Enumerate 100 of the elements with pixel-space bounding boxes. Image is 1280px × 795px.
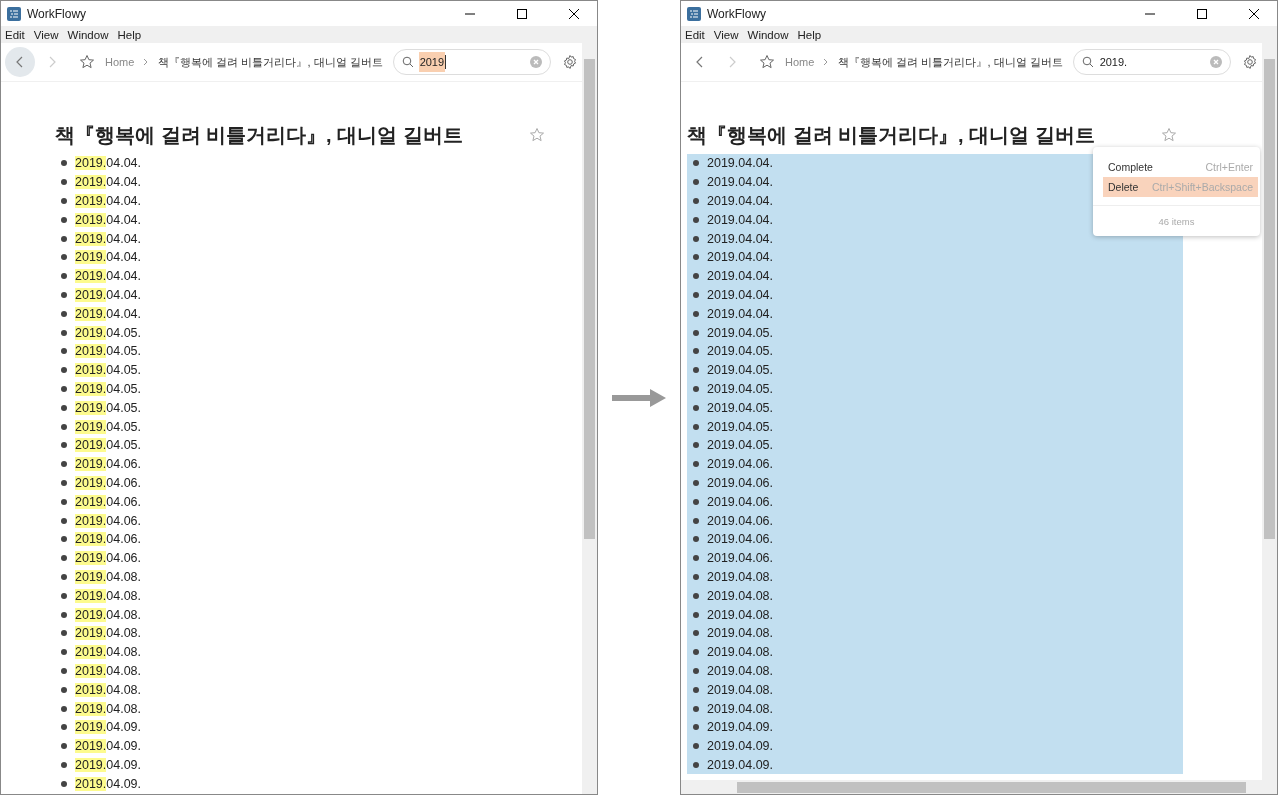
- item-text[interactable]: 2019.04.05.: [75, 363, 142, 378]
- selected-bullet-item[interactable]: 2019.04.05.: [687, 323, 1183, 342]
- item-text[interactable]: 2019.04.09.: [75, 720, 142, 735]
- breadcrumb-link[interactable]: Home: [105, 56, 135, 68]
- bullet-icon[interactable]: [693, 329, 699, 336]
- bullet-icon[interactable]: [61, 291, 67, 298]
- item-text[interactable]: 2019.04.04.: [707, 212, 774, 227]
- item-text[interactable]: 2019.04.05.: [707, 325, 774, 340]
- bullet-icon[interactable]: [61, 705, 67, 712]
- bullet-icon[interactable]: [61, 667, 67, 674]
- bullet-icon[interactable]: [61, 254, 67, 261]
- selected-bullet-item[interactable]: 2019.04.04.: [687, 229, 1183, 248]
- vertical-scrollbar[interactable]: [582, 43, 597, 794]
- bullet-icon[interactable]: [693, 686, 699, 693]
- selected-bullet-item[interactable]: 2019.04.06.: [687, 492, 1183, 512]
- maximize-icon[interactable]: [516, 7, 528, 20]
- bullet-icon[interactable]: [693, 761, 699, 768]
- item-text[interactable]: 2019.04.04.: [75, 212, 142, 227]
- bullet-icon[interactable]: [693, 348, 699, 355]
- item-text[interactable]: 2019.04.04.: [707, 231, 774, 246]
- scrollbar-thumb[interactable]: [584, 59, 595, 539]
- scrollbar-thumb[interactable]: [1264, 59, 1275, 539]
- item-text[interactable]: 2019.04.04.: [707, 175, 774, 190]
- bullet-icon[interactable]: [61, 724, 67, 731]
- bullet-icon[interactable]: [61, 442, 67, 449]
- star-icon[interactable]: [1161, 127, 1177, 143]
- menu-item[interactable]: Window: [747, 28, 789, 41]
- bullet-icon[interactable]: [693, 385, 699, 392]
- bullet-icon[interactable]: [693, 611, 699, 618]
- bullet-icon[interactable]: [693, 461, 699, 468]
- selected-bullet-item[interactable]: 2019.04.04.: [687, 304, 1183, 324]
- bullet-icon[interactable]: [61, 743, 67, 750]
- bullet-icon[interactable]: [61, 198, 67, 204]
- item-text[interactable]: 2019.04.08.: [75, 607, 142, 622]
- selected-bullet-item[interactable]: 2019.04.08.: [687, 680, 1183, 700]
- bullet-icon[interactable]: [693, 216, 699, 223]
- selected-bullet-item[interactable]: 2019.04.08.: [687, 699, 1183, 718]
- item-text[interactable]: 2019.04.08.: [75, 569, 142, 584]
- item-text[interactable]: 2019.04.04.: [75, 250, 142, 265]
- bullet-icon[interactable]: [61, 536, 67, 543]
- item-text[interactable]: 2019.04.05.: [75, 419, 142, 434]
- item-text[interactable]: 2019.04.08.: [75, 663, 142, 678]
- item-text[interactable]: 2019.04.04.: [707, 194, 774, 208]
- bullet-icon[interactable]: [693, 310, 699, 317]
- item-text[interactable]: 2019.04.08.: [707, 701, 774, 716]
- horizontal-scrollbar[interactable]: [681, 780, 1262, 794]
- bullet-icon[interactable]: [693, 630, 699, 637]
- bullet-icon[interactable]: [61, 630, 67, 637]
- item-text[interactable]: 2019.04.08.: [75, 701, 142, 716]
- item-text[interactable]: 2019.04.04.: [75, 269, 142, 284]
- selected-bullet-item[interactable]: 2019.04.08.: [687, 586, 1183, 606]
- item-text[interactable]: 2019.04.06.: [75, 513, 142, 528]
- item-text[interactable]: 2019.04.05.: [707, 363, 774, 378]
- item-text[interactable]: 2019.04.05.: [75, 381, 142, 396]
- item-text[interactable]: 2019.04.08.: [707, 645, 774, 660]
- bullet-icon[interactable]: [61, 461, 67, 468]
- selected-bullet-item[interactable]: 2019.04.05.: [687, 417, 1183, 436]
- bullet-icon[interactable]: [61, 235, 67, 242]
- item-text[interactable]: 2019.04.06.: [75, 457, 142, 472]
- item-text[interactable]: 2019.04.06.: [707, 513, 774, 528]
- item-text[interactable]: 2019.04.08.: [707, 663, 774, 678]
- bullet-icon[interactable]: [61, 385, 67, 392]
- item-text[interactable]: 2019.04.04.: [707, 287, 774, 302]
- bullet-icon[interactable]: [693, 198, 699, 204]
- maximize-icon[interactable]: [1196, 7, 1208, 20]
- item-text[interactable]: 2019.04.05.: [707, 400, 774, 415]
- item-text[interactable]: 2019.04.04.: [707, 156, 774, 171]
- selected-bullet-item[interactable]: 2019.04.08.: [687, 605, 1183, 624]
- bullet-icon[interactable]: [61, 573, 67, 580]
- vertical-scrollbar[interactable]: [1262, 43, 1277, 794]
- bullet-icon[interactable]: [61, 367, 67, 374]
- item-text[interactable]: 2019.04.05.: [707, 344, 774, 359]
- bullet-icon[interactable]: [61, 273, 67, 280]
- item-text[interactable]: 2019.04.09.: [75, 739, 142, 754]
- bullet-icon[interactable]: [61, 160, 67, 167]
- item-text[interactable]: 2019.04.06.: [707, 457, 774, 472]
- item-text[interactable]: 2019.04.05.: [707, 381, 774, 396]
- item-text[interactable]: 2019.04.05.: [707, 419, 774, 434]
- breadcrumb-link[interactable]: 책『행복에 걸려 비틀거리다』, 대니얼 길버트: [838, 54, 1063, 70]
- bullet-icon[interactable]: [693, 667, 699, 674]
- close-icon[interactable]: [1248, 7, 1260, 20]
- item-text[interactable]: 2019.04.04.: [707, 250, 774, 265]
- bullet-icon[interactable]: [61, 179, 67, 186]
- bullet-icon[interactable]: [693, 724, 699, 731]
- bullet-icon[interactable]: [61, 329, 67, 336]
- bullet-icon[interactable]: [693, 555, 699, 562]
- item-text[interactable]: 2019.04.04.: [707, 306, 774, 321]
- menu-item[interactable]: View: [33, 28, 59, 41]
- bullet-icon[interactable]: [693, 179, 699, 186]
- item-text[interactable]: 2019.04.06.: [75, 551, 142, 566]
- item-text[interactable]: 2019.04.08.: [707, 682, 774, 697]
- bullet-icon[interactable]: [693, 536, 699, 543]
- bullet-icon[interactable]: [61, 404, 67, 411]
- bullet-icon[interactable]: [61, 517, 67, 524]
- breadcrumb-link[interactable]: 책『행복에 걸려 비틀거리다』, 대니얼 길버트: [158, 54, 383, 70]
- item-text[interactable]: 2019.04.04.: [75, 156, 142, 171]
- item-text[interactable]: 2019.04.08.: [75, 626, 142, 641]
- menu-item[interactable]: Help: [117, 28, 142, 41]
- bullet-icon[interactable]: [693, 235, 699, 242]
- bullet-icon[interactable]: [61, 686, 67, 693]
